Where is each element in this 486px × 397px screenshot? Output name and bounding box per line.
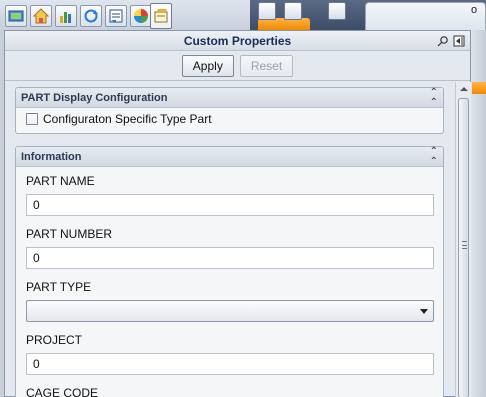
panel-titlebar: Custom Properties [5, 31, 470, 51]
background-print-icon [328, 2, 346, 20]
part-number-label: PART NUMBER [26, 227, 113, 241]
refresh-icon[interactable] [80, 5, 102, 27]
pin-icon[interactable] [436, 34, 450, 48]
part-type-dropdown[interactable] [26, 300, 434, 322]
collapse-icon[interactable]: ⌃ ⌃ [430, 146, 438, 167]
custom-properties-panel: Custom Properties Apply Reset PART Displ… [4, 30, 471, 397]
background-orange-accent [472, 82, 486, 94]
scroll-up-icon[interactable] [460, 87, 468, 91]
part-type-label: PART TYPE [26, 280, 92, 294]
section-header[interactable]: Information ⌃ ⌃ [16, 146, 443, 167]
properties-icon[interactable] [105, 5, 127, 27]
chart-icon[interactable] [55, 5, 77, 27]
background-home-icon [258, 2, 276, 20]
configuration-specific-label: Configuraton Specific Type Part [43, 112, 212, 126]
scrollbar-thumb[interactable] [458, 98, 469, 397]
reset-button[interactable]: Reset [239, 54, 294, 77]
collapse-icon[interactable]: ⌃ ⌃ [430, 87, 438, 108]
section-header[interactable]: PART Display Configuration ⌃ ⌃ [16, 87, 443, 108]
panel-title: Custom Properties [183, 34, 292, 48]
grip-icon [462, 241, 467, 249]
dock-icon[interactable] [452, 34, 466, 48]
home-icon[interactable] [30, 5, 52, 27]
part-number-field[interactable] [26, 247, 434, 269]
section-information: Information ⌃⌃ PART NAME PART NUMBER PAR… [15, 146, 444, 397]
panel-content: PART Display Configuration ⌃ ⌃ Configurat… [5, 82, 455, 397]
chevron-down-icon [420, 309, 428, 314]
apply-button[interactable]: Apply [181, 54, 234, 77]
configuration-specific-checkbox[interactable] [26, 113, 38, 125]
part-name-field[interactable] [26, 194, 434, 216]
cage-code-label: CAGE CODE [26, 386, 99, 397]
project-label: PROJECT [26, 333, 83, 347]
project-field[interactable] [26, 353, 434, 375]
section-title: PART Display Configuration [21, 91, 168, 104]
background-documents-icon [284, 2, 302, 20]
color-wheel-icon[interactable] [130, 5, 152, 27]
background-tab-label: o [471, 4, 478, 16]
custom-properties-icon[interactable] [150, 3, 172, 29]
configuration-checkbox-row[interactable]: Configuraton Specific Type Part [16, 108, 443, 130]
action-bar: Apply Reset [5, 51, 470, 81]
background-tab [365, 2, 486, 30]
part-name-label: PART NAME [26, 174, 95, 188]
section-part-display-configuration: PART Display Configuration ⌃ ⌃ Configurat… [15, 87, 444, 134]
window-icon[interactable] [5, 5, 27, 27]
vertical-scrollbar[interactable] [455, 82, 471, 397]
section-title: Information [21, 150, 82, 163]
